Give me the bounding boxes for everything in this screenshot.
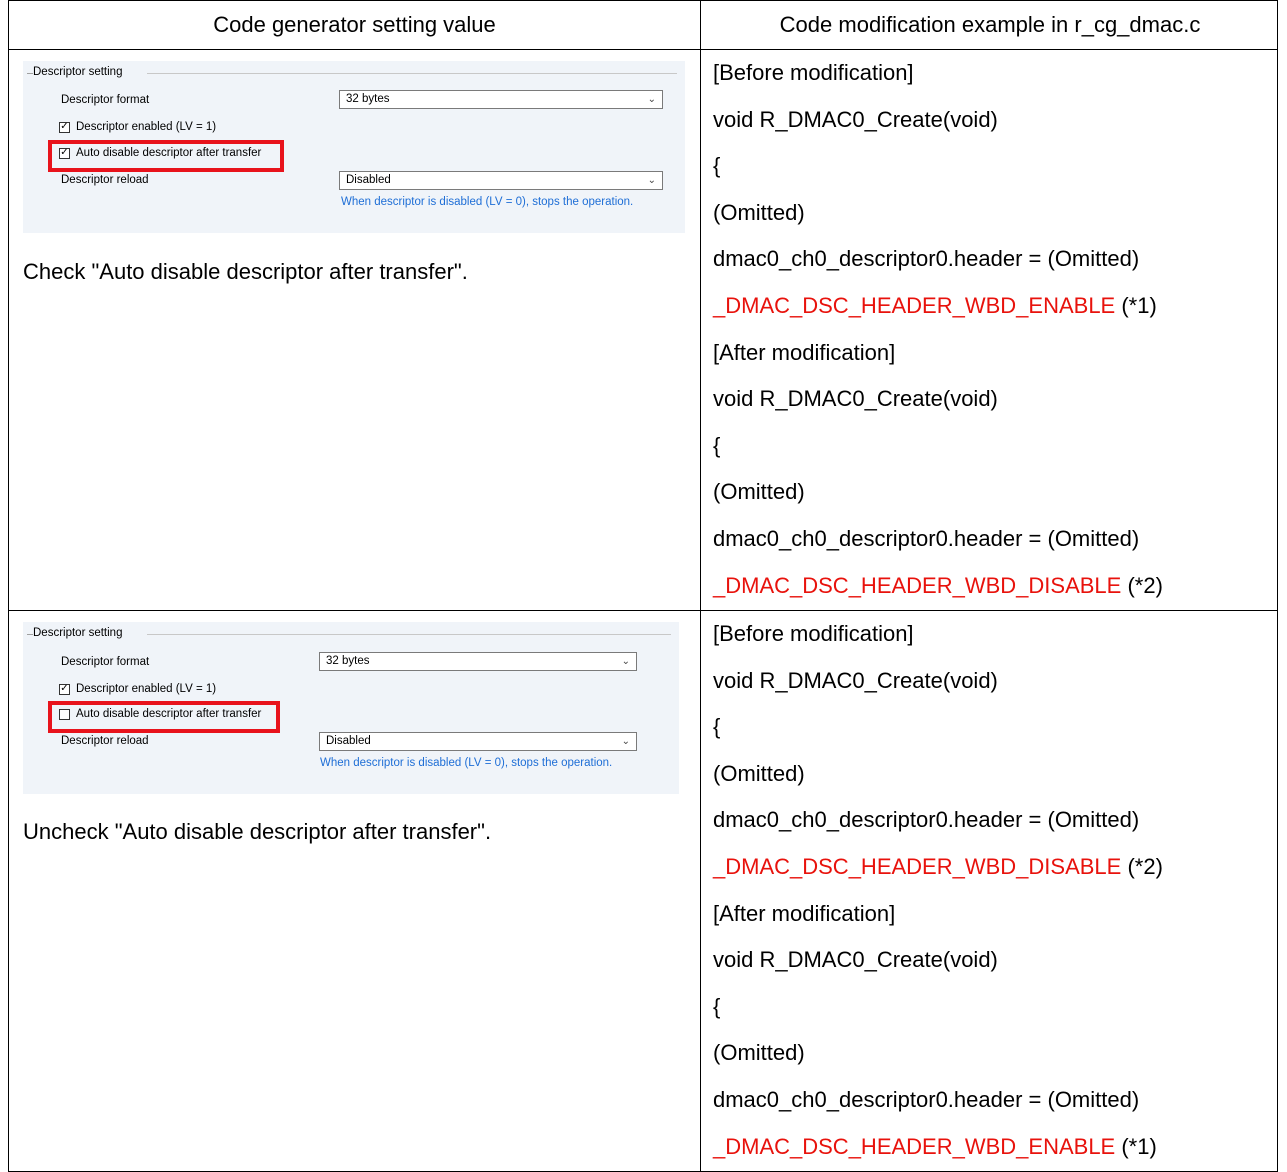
highlight-box: [48, 701, 280, 733]
row2-instruction: Uncheck "Auto disable descriptor after t…: [23, 819, 492, 844]
function-signature: void R_DMAC0_Create(void): [713, 106, 998, 132]
function-signature: void R_DMAC0_Create(void): [713, 667, 998, 693]
group-title: Descriptor setting: [33, 627, 123, 639]
descriptor-enabled-label: Descriptor enabled (LV = 1): [76, 683, 217, 695]
header-code-example: Code modification example in r_cg_dmac.c: [779, 12, 1201, 37]
modification-table: Code generator setting value Code modifi…: [8, 0, 1278, 1172]
chevron-down-icon: ⌄: [621, 736, 630, 747]
checkbox-checked-icon: ✓: [59, 683, 70, 695]
omitted-line: (Omitted): [713, 1040, 805, 1066]
open-brace: {: [713, 432, 721, 458]
macro-line: _DMAC_DSC_HEADER_WBD_ENABLE (*1): [713, 283, 1273, 330]
footnote-ref: (*1): [1115, 292, 1157, 318]
descriptor-enabled-checkbox[interactable]: ✓ Descriptor enabled (LV = 1): [59, 683, 216, 695]
highlight-box: [48, 140, 284, 172]
descriptor-format-value: 32 bytes: [346, 93, 390, 105]
open-brace: {: [713, 993, 721, 1019]
descriptor-format-select[interactable]: 32 bytes ⌄: [339, 90, 663, 109]
descriptor-reload-value: Disabled: [326, 735, 371, 747]
descriptor-format-label: Descriptor format: [61, 656, 150, 668]
row1-code-example: [Before modification] void R_DMAC0_Creat…: [713, 50, 1273, 609]
operation-hint: When descriptor is disabled (LV = 0), st…: [341, 196, 634, 208]
omitted-line: (Omitted): [713, 479, 805, 505]
descriptor-format-select[interactable]: 32 bytes ⌄: [319, 652, 637, 671]
after-label: [After modification]: [713, 339, 896, 365]
open-brace: {: [713, 153, 721, 179]
descriptor-format-value: 32 bytes: [326, 655, 370, 667]
header-assignment: dmac0_ch0_descriptor0.header = (Omitted): [713, 246, 1140, 272]
chevron-down-icon: ⌄: [621, 656, 630, 667]
after-label: [After modification]: [713, 900, 896, 926]
descriptor-reload-select[interactable]: Disabled ⌄: [339, 171, 663, 190]
header-assignment: dmac0_ch0_descriptor0.header = (Omitted): [713, 1086, 1140, 1112]
descriptor-reload-select[interactable]: Disabled ⌄: [319, 732, 637, 751]
open-brace: {: [713, 714, 721, 740]
macro-name: _DMAC_DSC_HEADER_WBD_ENABLE: [713, 292, 1116, 318]
operation-hint: When descriptor is disabled (LV = 0), st…: [320, 757, 613, 769]
header-assignment: dmac0_ch0_descriptor0.header = (Omitted): [713, 525, 1140, 551]
function-signature: void R_DMAC0_Create(void): [713, 947, 998, 973]
macro-line: _DMAC_DSC_HEADER_WBD_DISABLE (*2): [713, 563, 1273, 610]
header-assignment: dmac0_ch0_descriptor0.header = (Omitted): [713, 807, 1140, 833]
omitted-line: (Omitted): [713, 760, 805, 786]
function-signature: void R_DMAC0_Create(void): [713, 386, 998, 412]
checkbox-checked-icon: ✓: [59, 121, 70, 133]
macro-name: _DMAC_DSC_HEADER_WBD_DISABLE: [713, 853, 1122, 879]
descriptor-reload-value: Disabled: [346, 174, 391, 186]
macro-name: _DMAC_DSC_HEADER_WBD_DISABLE: [713, 572, 1122, 598]
header-setting-value: Code generator setting value: [213, 12, 496, 37]
footnote-ref: (*1): [1115, 1133, 1157, 1159]
descriptor-enabled-checkbox[interactable]: ✓ Descriptor enabled (LV = 1): [59, 121, 216, 133]
dialog-screenshot-1: Descriptor setting Descriptor format 32 …: [23, 61, 685, 233]
footnote-ref: (*2): [1121, 853, 1163, 879]
row1-instruction: Check "Auto disable descriptor after tra…: [23, 259, 468, 284]
macro-line: _DMAC_DSC_HEADER_WBD_DISABLE (*2): [713, 844, 1273, 891]
before-label: [Before modification]: [713, 60, 914, 85]
group-title: Descriptor setting: [33, 66, 123, 78]
descriptor-reload-label: Descriptor reload: [61, 735, 149, 747]
macro-line: _DMAC_DSC_HEADER_WBD_ENABLE (*1): [713, 1124, 1273, 1171]
descriptor-enabled-label: Descriptor enabled (LV = 1): [76, 121, 217, 133]
descriptor-format-label: Descriptor format: [61, 94, 150, 106]
before-label: [Before modification]: [713, 621, 914, 646]
omitted-line: (Omitted): [713, 199, 805, 225]
chevron-down-icon: ⌄: [647, 175, 656, 186]
macro-name: _DMAC_DSC_HEADER_WBD_ENABLE: [713, 1133, 1116, 1159]
column-divider: [700, 1, 701, 1171]
dialog-screenshot-2: Descriptor setting Descriptor format 32 …: [23, 622, 679, 794]
descriptor-reload-label: Descriptor reload: [61, 174, 149, 186]
footnote-ref: (*2): [1121, 572, 1163, 598]
chevron-down-icon: ⌄: [647, 94, 656, 105]
row2-code-example: [Before modification] void R_DMAC0_Creat…: [713, 611, 1273, 1170]
